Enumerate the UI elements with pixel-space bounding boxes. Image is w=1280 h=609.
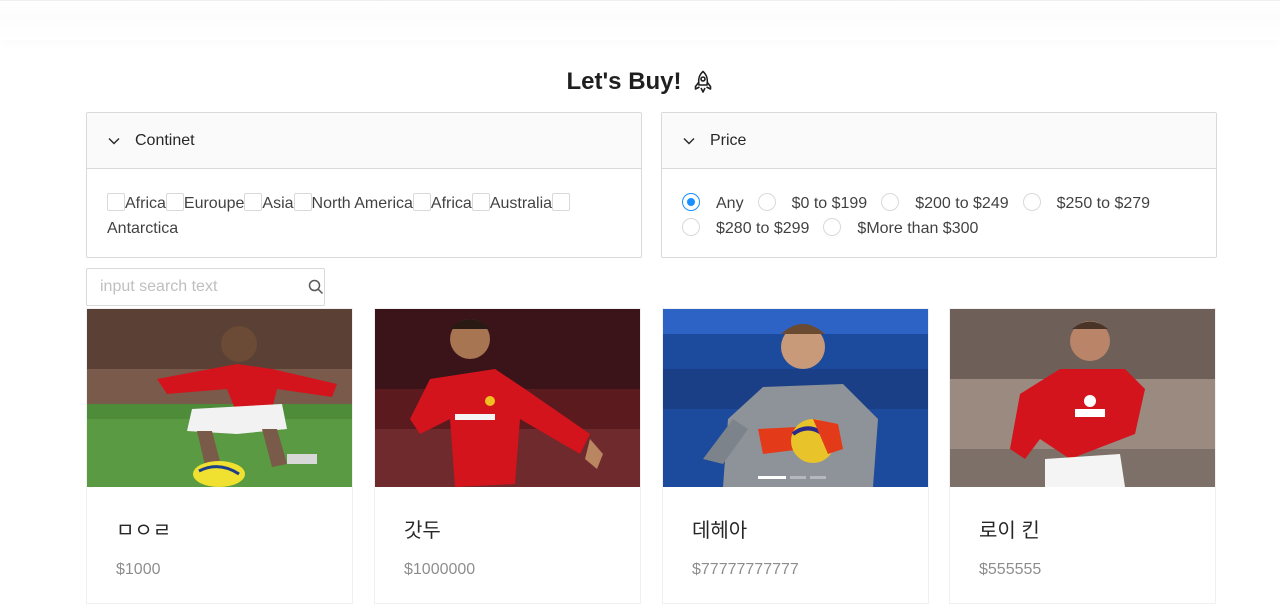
checkbox-label: Asia: [262, 195, 294, 212]
chevron-down-icon: [683, 137, 695, 144]
product-card[interactable]: 데헤아 $77777777777: [662, 308, 929, 604]
carousel-dots: [758, 476, 826, 479]
product-price: $555555: [979, 561, 1042, 578]
checkbox-box[interactable]: [165, 193, 184, 211]
radio-button[interactable]: [757, 193, 776, 211]
price-filter-label: Price: [710, 131, 747, 149]
radio-label: $250 to $279: [1056, 195, 1151, 212]
checkbox-box[interactable]: [412, 193, 431, 211]
checkbox-north-america[interactable]: North America: [293, 193, 413, 212]
checkbox-label: Australia: [489, 195, 553, 212]
chevron-down-icon: [108, 137, 120, 144]
checkbox-europe[interactable]: Euroupe: [165, 193, 245, 212]
radio-button-checked[interactable]: [682, 193, 700, 211]
product-image: [375, 309, 640, 487]
continent-filter-header[interactable]: Continet: [87, 113, 641, 169]
product-image: [663, 309, 928, 487]
product-image: [87, 309, 352, 487]
search-icon: [308, 279, 323, 295]
product-name: 로이 킨: [979, 520, 1040, 542]
checkbox-asia[interactable]: Asia: [244, 193, 294, 212]
radio-label: $0 to $199: [791, 195, 868, 212]
product-card[interactable]: ㅁㅇㄹ $1000: [86, 308, 353, 604]
continent-filter-label: Continet: [135, 131, 195, 149]
product-image: [950, 309, 1215, 487]
checkbox-label: Euroupe: [183, 195, 245, 212]
top-navbar: [0, 0, 1280, 40]
checkbox-label: Africa: [430, 195, 472, 212]
price-filter-header[interactable]: Price: [662, 113, 1216, 169]
checkbox-africa-2[interactable]: Africa: [412, 193, 472, 212]
product-card[interactable]: 갓두 $1000000: [374, 308, 641, 604]
radio-more-300[interactable]: $More than $300: [823, 216, 978, 241]
search-input[interactable]: [87, 269, 307, 305]
radio-any[interactable]: Any: [682, 191, 744, 216]
checkbox-label: Africa: [125, 195, 166, 212]
price-filter-panel: Price Any $0 to $199 $200 to $249 $250 to $…: [661, 112, 1217, 258]
continent-filter-panel: Continet Africa Euroupe Asia North America A…: [86, 112, 642, 258]
search-bar: [86, 268, 325, 306]
carousel-dot[interactable]: [758, 476, 786, 479]
rocket-icon: [694, 70, 711, 93]
radio-250-279[interactable]: $250 to $279: [1022, 191, 1151, 216]
radio-label: Any: [716, 195, 744, 212]
radio-label: $280 to $299: [716, 220, 810, 237]
product-card[interactable]: 로이 킨 $555555: [949, 308, 1216, 604]
checkbox-label: North America: [311, 195, 413, 212]
checkbox-africa[interactable]: Africa: [107, 193, 166, 212]
product-name: ㅁㅇㄹ: [116, 520, 172, 542]
carousel-dot[interactable]: [810, 476, 826, 479]
product-name: 데헤아: [692, 520, 748, 542]
radio-label: $More than $300: [857, 220, 979, 237]
product-name: 갓두: [404, 520, 441, 542]
product-price: $1000: [116, 561, 161, 578]
product-price: $1000000: [404, 561, 476, 578]
checkbox-australia[interactable]: Australia: [471, 193, 553, 212]
radio-200-249[interactable]: $200 to $249: [881, 191, 1009, 216]
radio-280-299[interactable]: $280 to $299: [682, 216, 809, 241]
checkbox-box[interactable]: [244, 193, 263, 211]
search-button[interactable]: [307, 269, 324, 305]
carousel-dot[interactable]: [790, 476, 806, 479]
radio-button[interactable]: [823, 218, 842, 236]
radio-0-199[interactable]: $0 to $199: [757, 191, 868, 216]
radio-button[interactable]: [682, 218, 700, 236]
continent-checkbox-group: Africa Euroupe Asia North America Africa Aust…: [87, 169, 641, 241]
page-title: Let's Buy!: [0, 64, 1280, 100]
radio-button[interactable]: [881, 193, 900, 211]
checkbox-box[interactable]: [552, 193, 571, 211]
page-title-text: Let's Buy!: [566, 68, 682, 95]
checkbox-box[interactable]: [471, 193, 490, 211]
checkbox-box[interactable]: [107, 193, 125, 211]
radio-label: $200 to $249: [915, 195, 1009, 212]
radio-button[interactable]: [1022, 193, 1041, 211]
price-radio-group: Any $0 to $199 $200 to $249 $250 to $279 $28…: [662, 169, 1216, 241]
checkbox-box[interactable]: [293, 193, 312, 211]
product-price: $77777777777: [692, 561, 799, 578]
checkbox-label: Antarctica: [107, 220, 179, 237]
